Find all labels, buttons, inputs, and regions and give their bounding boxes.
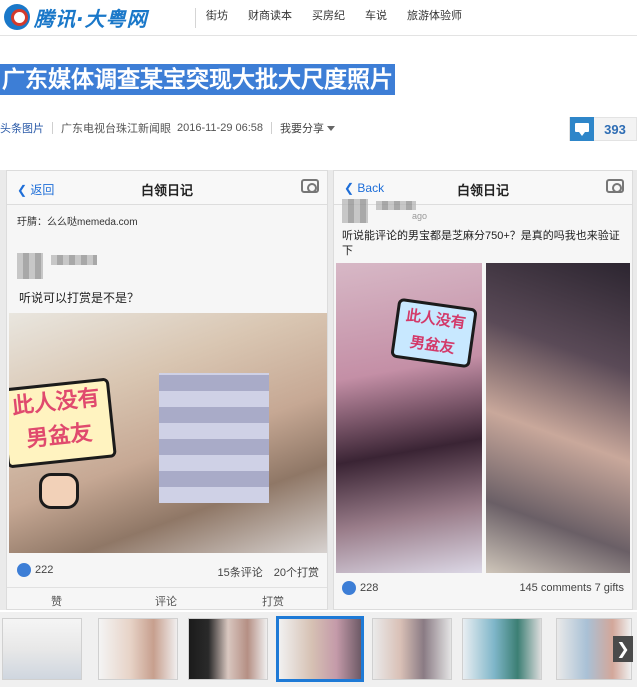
comment-action: 评论 [155, 596, 177, 608]
left-like-count: 222 [35, 564, 54, 576]
pixelated-region [159, 373, 269, 503]
share-button[interactable]: 我要分享 [280, 120, 336, 136]
nav-item-lvyou[interactable]: 旅游体验师 [407, 8, 462, 24]
nav-item-caishang[interactable]: 财商读本 [248, 8, 292, 24]
right-username-blurred [376, 201, 416, 210]
left-stats-text: 15条评论 20个打赏 [217, 567, 319, 579]
right-screenshot: ❮ Back 白领日记 ago 听说能评论的男宝都是芝麻分750+？是真的吗我也… [333, 170, 633, 610]
left-post-stats: 222 15条评论 20个打赏 [7, 561, 327, 581]
article-category[interactable]: 头条图片 [0, 120, 44, 136]
site-logo[interactable]: 腾讯·大粤网 [4, 4, 148, 31]
like-action: 赞 [51, 596, 62, 608]
right-post-time: ago [412, 211, 428, 221]
site-logo-text: 腾讯·大粤网 [34, 6, 148, 31]
camera-icon [606, 179, 624, 193]
page: 腾讯·大粤网 街坊 财商读本 买房纪 车说 旅游体验师 广东媒体调查某宝突现大批… [0, 0, 637, 687]
thumbnail-strip: ❮ ❯ [0, 612, 637, 687]
article-source: 广东电视台珠江新闻眼 [61, 123, 171, 135]
meta-divider [52, 122, 53, 134]
left-app-header: ❮ 返回 白领日记 [7, 171, 327, 205]
thumbnail[interactable] [98, 618, 178, 680]
right-avatar [342, 199, 368, 223]
nav-item-cheshuo[interactable]: 车说 [365, 8, 387, 24]
nav-item-maifangji[interactable]: 买房纪 [312, 8, 345, 24]
header-divider [195, 8, 196, 28]
thumbnail[interactable] [462, 618, 542, 680]
article-datetime: 2016-11-29 06:58 [177, 122, 264, 134]
left-ad-line: 玗腈：么么哒memeda.com [17, 217, 138, 228]
top-header: 腾讯·大粤网 街坊 财商读本 买房纪 车说 旅游体验师 [0, 0, 637, 36]
comment-count-button[interactable]: 393 [569, 117, 637, 141]
tencent-logo-icon [4, 4, 30, 30]
left-screenshot: ❮ 返回 白领日记 玗腈：么么哒memeda.com 听说可以打赏是不是？ 此人… [6, 170, 328, 610]
right-app-title: 白领日记 [456, 183, 509, 198]
thumbnail[interactable] [2, 618, 82, 680]
left-post-text: 听说可以打赏是不是？ [19, 291, 140, 305]
reward-action: 打赏 [262, 596, 284, 608]
left-username-blurred [51, 255, 97, 265]
meta-divider [271, 122, 273, 134]
left-post-photo: 此人没有男盆友 [9, 313, 327, 553]
right-post-stats: 228 145 comments 7 gifts [334, 579, 632, 599]
left-app-title: 白领日记 [140, 183, 193, 198]
comment-icon [570, 117, 594, 141]
camera-icon [301, 179, 319, 193]
fist-sticker [39, 473, 79, 509]
right-stats-text: 145 comments 7 gifts [519, 582, 624, 594]
right-app-header: ❮ Back 白领日记 [334, 171, 632, 205]
like-icon [17, 563, 31, 577]
sticker-sign: 此人没有男盆友 [9, 377, 117, 469]
article-meta: 头条图片 广东电视台珠江新闻眼 2016-11-29 06:58 我要分享 [0, 118, 336, 138]
chevron-down-icon [327, 125, 336, 131]
right-like-count: 228 [360, 582, 379, 594]
like-icon [342, 581, 356, 595]
comment-count: 393 [604, 121, 626, 137]
thumbnail[interactable] [372, 618, 452, 680]
right-post-text: 听说能评论的男宝都是芝麻分750+？是真的吗我也来验证下 [342, 230, 620, 257]
left-avatar [17, 253, 43, 279]
sticker-sign: 此人没有男盆友 [390, 297, 478, 369]
nav-item-jiefang[interactable]: 街坊 [206, 8, 228, 24]
left-post-actions: 赞 评论 打赏 [7, 587, 327, 609]
top-nav: 街坊 财商读本 买房纪 车说 旅游体验师 [206, 8, 462, 24]
right-post-photo-1: 此人没有男盆友 [336, 263, 482, 573]
share-label: 我要分享 [280, 123, 325, 135]
article-title: 广东媒体调查某宝突现大批大尺度照片 [0, 64, 395, 95]
main-gallery-image: ❮ 返回 白领日记 玗腈：么么哒memeda.com 听说可以打赏是不是？ 此人… [0, 170, 637, 610]
right-post-photo-2 [486, 263, 630, 573]
thumbnail[interactable] [188, 618, 268, 680]
thumbnail-active[interactable] [276, 616, 364, 682]
next-arrow-button[interactable]: ❯ [613, 636, 633, 662]
